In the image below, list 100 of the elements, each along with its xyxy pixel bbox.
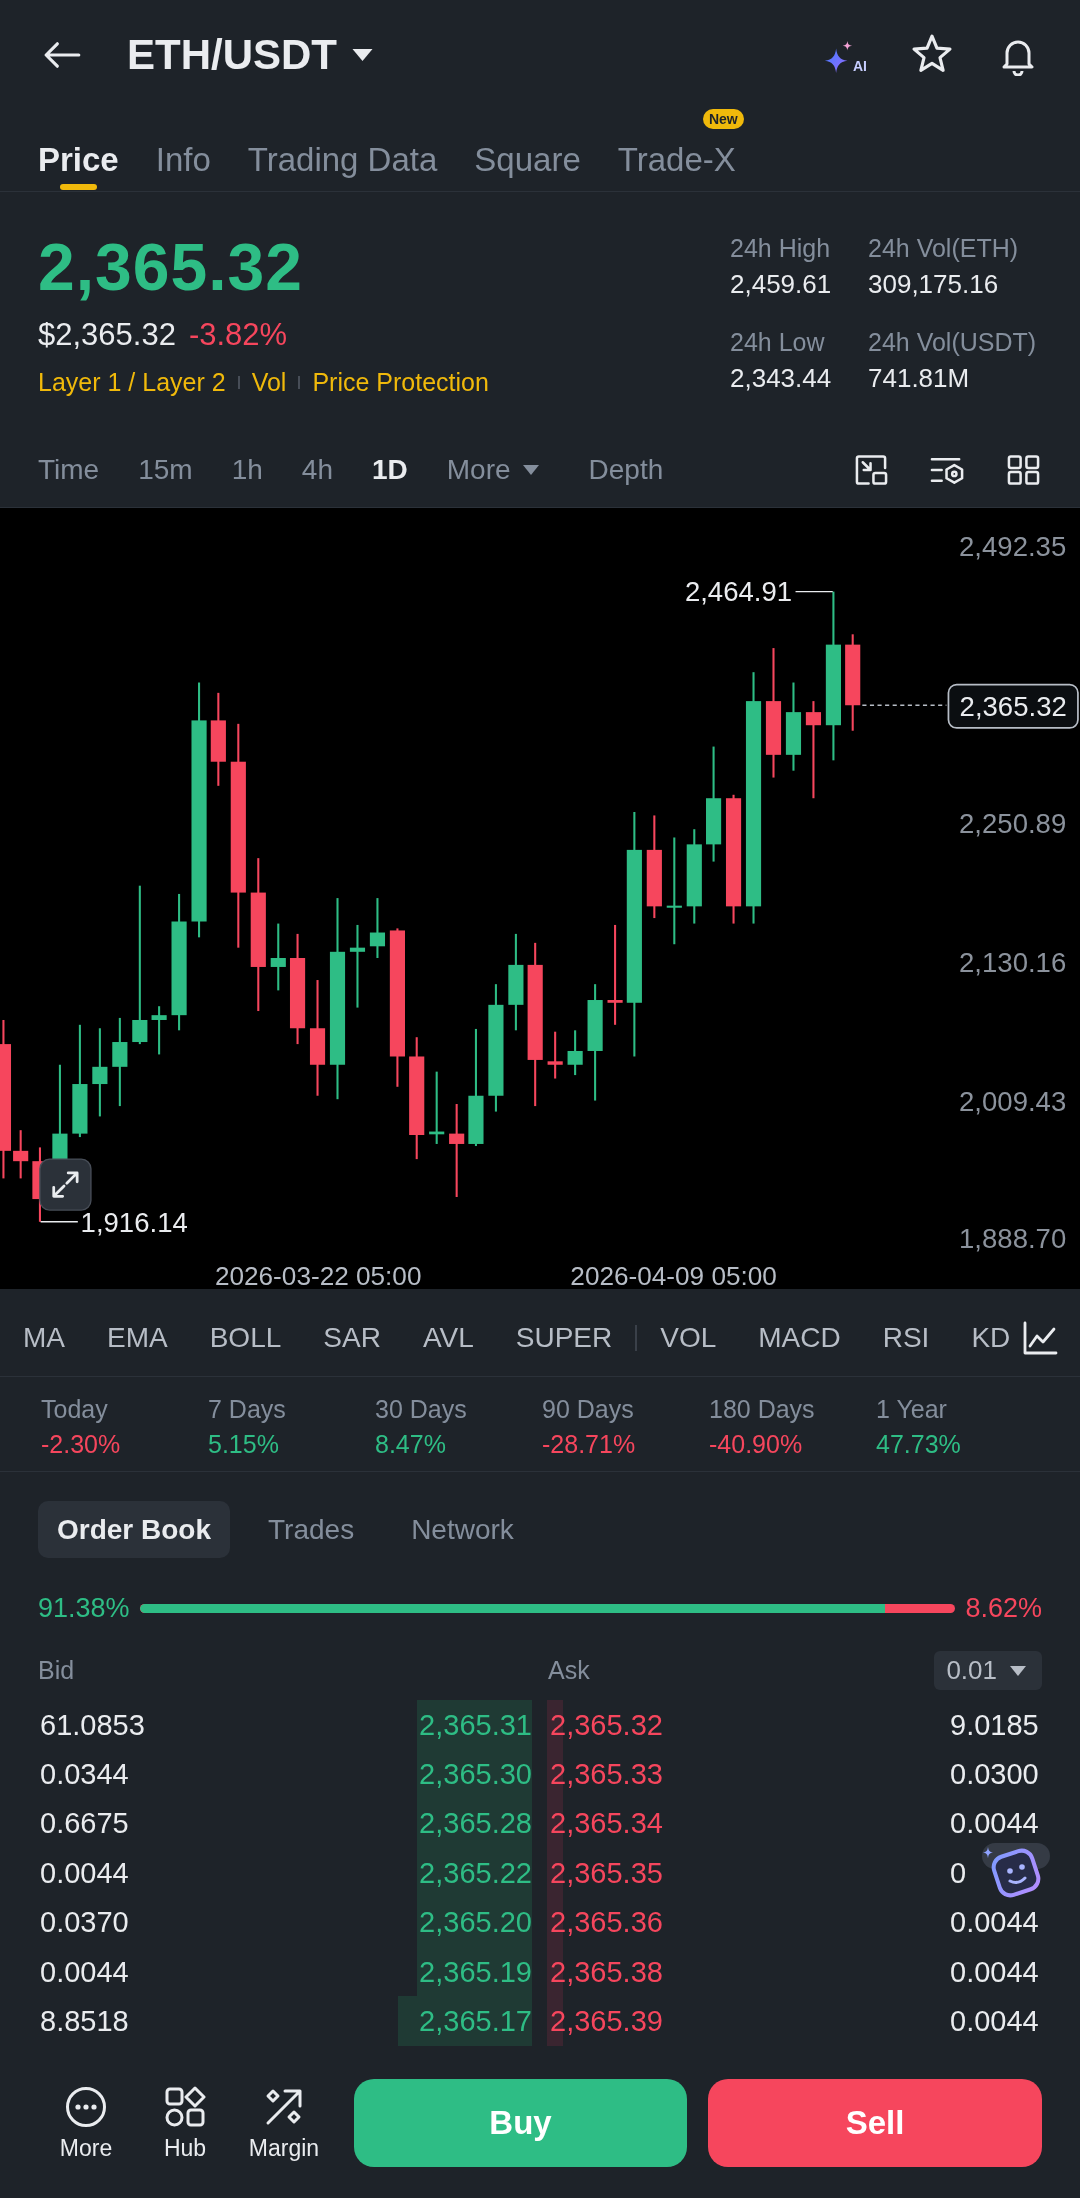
stat-value: 2,459.61 bbox=[730, 268, 832, 301]
falling-candle bbox=[547, 1031, 563, 1079]
rising-candle bbox=[369, 898, 386, 958]
indicator-tab[interactable]: VOL bbox=[660, 1320, 717, 1355]
interval-tab[interactable]: 15m bbox=[138, 452, 193, 487]
price-change: -3.82% bbox=[188, 316, 288, 354]
grid-icon[interactable] bbox=[1007, 453, 1040, 486]
tag-link[interactable]: Vol bbox=[251, 366, 287, 398]
period-change: -28.71% bbox=[542, 1429, 636, 1459]
ask-price: 2,365.38 bbox=[549, 1954, 663, 1989]
tab[interactable]: Info bbox=[155, 129, 211, 191]
bid-amount: 0.0370 bbox=[39, 1905, 129, 1940]
ask-price: 2,365.34 bbox=[549, 1806, 663, 1841]
rising-candle bbox=[270, 923, 286, 991]
bid-price: 2,365.31 bbox=[419, 1707, 532, 1742]
expand-icon[interactable] bbox=[39, 1158, 92, 1211]
ai-assistant-button[interactable]: AI bbox=[823, 36, 867, 74]
indicator-tab[interactable]: BOLL bbox=[209, 1320, 282, 1355]
stat-label: 24h Vol(USDT) bbox=[868, 327, 1037, 358]
order-book-tab[interactable]: Order Book bbox=[38, 1501, 231, 1558]
high-price-leader-line bbox=[794, 590, 834, 593]
order-book-tab[interactable]: Trades bbox=[249, 1501, 374, 1558]
falling-candle bbox=[13, 1130, 29, 1179]
interval-tab[interactable]: 1h bbox=[231, 452, 263, 487]
interval-tab[interactable]: Time bbox=[38, 452, 100, 487]
price-axis-label: 2,250.89 bbox=[959, 808, 1067, 840]
ask-amount: 0.0300 bbox=[950, 1757, 1039, 1792]
low-price-leader-line bbox=[39, 1221, 79, 1223]
period-label: 7 Days bbox=[208, 1394, 286, 1424]
stat-label: 24h Low bbox=[730, 327, 825, 358]
ask-amount: 0.0044 bbox=[950, 1806, 1039, 1841]
indicator-tab[interactable]: MA bbox=[23, 1320, 65, 1355]
interval-tab[interactable]: 4h bbox=[301, 452, 333, 487]
ask-amount: 0.0044 bbox=[950, 1905, 1039, 1940]
period-change: -2.30% bbox=[41, 1429, 121, 1459]
ask-price: 2,365.33 bbox=[549, 1757, 663, 1792]
bid-amount: 0.0344 bbox=[39, 1757, 129, 1792]
indicator-tab[interactable]: SAR bbox=[323, 1320, 381, 1355]
fiat-price: $2,365.32 bbox=[38, 316, 176, 354]
last-price: 2,365.32 bbox=[38, 229, 304, 305]
more-menu-button[interactable]: More bbox=[446, 452, 539, 487]
price-axis-label: 2,492.35 bbox=[959, 530, 1067, 562]
period-change: 5.15% bbox=[208, 1429, 279, 1459]
period-label: 180 Days bbox=[709, 1394, 815, 1424]
stat-value: 741.81M bbox=[868, 362, 970, 395]
tab[interactable]: Trade-X bbox=[617, 129, 736, 191]
tab[interactable]: Square bbox=[474, 129, 581, 191]
tab[interactable]: Trading Data bbox=[247, 129, 438, 191]
period-label: 90 Days bbox=[542, 1394, 634, 1424]
hub-button[interactable]: Hub bbox=[141, 2078, 229, 2167]
ask-price: 2,365.35 bbox=[549, 1855, 663, 1890]
pair-selector[interactable]: ETH/USDT bbox=[127, 31, 373, 79]
tag-link[interactable]: Layer 1 / Layer 2 bbox=[38, 366, 226, 398]
period-label: 30 Days bbox=[375, 1394, 467, 1424]
stat-value: 309,175.16 bbox=[868, 268, 999, 301]
ask-price: 2,365.36 bbox=[549, 1905, 663, 1940]
ask-amount: 0 bbox=[950, 1855, 967, 1890]
sell-button[interactable]: Sell bbox=[708, 2078, 1042, 2167]
ask-amount: 9.0185 bbox=[950, 1707, 1039, 1742]
back-arrow-icon[interactable] bbox=[43, 41, 81, 69]
ellipsis-circle-icon bbox=[65, 2085, 107, 2128]
period-label: 1 Year bbox=[876, 1394, 947, 1424]
indicator-tab[interactable]: KD bbox=[971, 1320, 1011, 1355]
more-button[interactable]: More bbox=[42, 2078, 130, 2167]
period-change: 8.47% bbox=[375, 1429, 446, 1459]
bid-share: 91.38% bbox=[38, 1592, 130, 1624]
tab[interactable]: Price bbox=[38, 129, 119, 191]
bid-amount: 0.0044 bbox=[39, 1855, 129, 1890]
bid-price: 2,365.28 bbox=[419, 1806, 532, 1841]
window-arrow-icon[interactable] bbox=[855, 453, 888, 486]
column-header: Ask bbox=[548, 1656, 591, 1685]
indicator-tab[interactable]: AVL bbox=[422, 1320, 474, 1355]
bid-price: 2,365.22 bbox=[419, 1855, 532, 1890]
column-header: Bid bbox=[38, 1656, 76, 1685]
caret-icon bbox=[352, 49, 373, 61]
indicator-tab[interactable]: MACD bbox=[758, 1320, 841, 1355]
bid-amount: 0.0044 bbox=[39, 1954, 129, 1989]
new-badge: New bbox=[702, 109, 744, 129]
line-chart-icon[interactable] bbox=[1022, 1319, 1059, 1356]
bid-price: 2,365.30 bbox=[419, 1757, 532, 1792]
last-price-tag: 2,365.32 bbox=[947, 683, 1079, 729]
price-axis-label: 2,130.16 bbox=[959, 947, 1067, 979]
indicator-tab[interactable]: RSI bbox=[882, 1320, 930, 1355]
sparkle-icon bbox=[823, 40, 853, 74]
rising-candle bbox=[151, 1006, 167, 1055]
period-change: -40.90% bbox=[709, 1429, 803, 1459]
interval-tab[interactable]: 1D bbox=[371, 452, 408, 487]
caret-icon bbox=[522, 464, 539, 475]
margin-button[interactable]: Margin bbox=[240, 2078, 328, 2167]
precision-dropdown[interactable]: 0.01 bbox=[934, 1651, 1042, 1690]
ask-amount: 0.0044 bbox=[950, 2004, 1039, 2039]
indicator-tab[interactable]: SUPER bbox=[515, 1320, 613, 1355]
caret-icon bbox=[1010, 1665, 1026, 1676]
tag-link[interactable]: Price Protection bbox=[312, 366, 489, 398]
order-book-tab[interactable]: Network bbox=[392, 1501, 533, 1558]
indicator-tab[interactable]: EMA bbox=[107, 1320, 168, 1355]
low-price-label: 1,916.14 bbox=[80, 1207, 188, 1239]
depth-tab[interactable]: Depth bbox=[588, 452, 664, 487]
high-price-label: 2,464.91 bbox=[684, 576, 793, 608]
ask-share: 8.62% bbox=[965, 1592, 1042, 1624]
